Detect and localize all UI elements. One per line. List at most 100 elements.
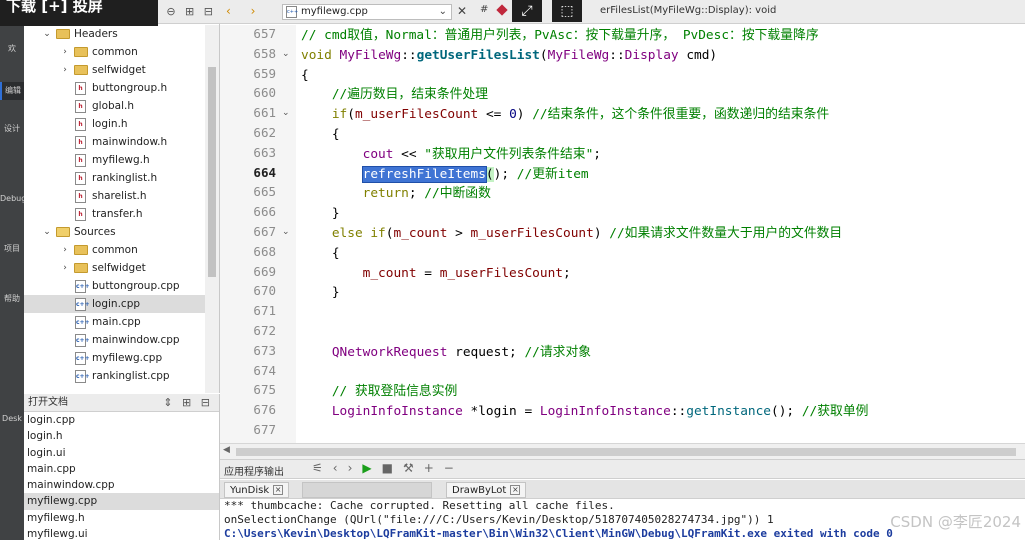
- function-selector[interactable]: erFilesList(MyFileWg::Display): void: [520, 4, 1025, 20]
- tree-item[interactable]: c++ myfilewg.cpp: [24, 349, 206, 367]
- open-document-item[interactable]: myfilewg.cpp: [24, 493, 219, 510]
- mode-button[interactable]: Desk: [0, 410, 24, 428]
- mode-button[interactable]: Debug: [0, 190, 26, 208]
- chevron-right-icon[interactable]: ›: [60, 61, 70, 79]
- remove-icon[interactable]: −: [444, 461, 464, 475]
- tree-item[interactable]: c++ rankinglist.cpp: [24, 367, 206, 385]
- tree-item[interactable]: h rankinglist.h: [24, 169, 206, 187]
- chevron-down-icon[interactable]: ⌄: [42, 223, 52, 241]
- hash-icon[interactable]: #: [480, 4, 488, 15]
- code-line[interactable]: }: [301, 204, 340, 223]
- mode-button[interactable]: 项目: [0, 240, 24, 258]
- close-tab-icon[interactable]: ×: [273, 485, 284, 495]
- mode-button[interactable]: 编辑: [0, 82, 24, 100]
- tree-item[interactable]: › selfwidget: [24, 259, 206, 277]
- mode-button[interactable]: 设计: [0, 120, 24, 138]
- code-line[interactable]: //遍历数目，结束条件处理: [301, 85, 488, 104]
- scrollbar-thumb[interactable]: [208, 67, 216, 277]
- close-tab-icon[interactable]: ×: [510, 485, 521, 495]
- tree-item[interactable]: h transfer.h: [24, 205, 206, 223]
- code-line[interactable]: m_count = m_userFilesCount;: [301, 264, 571, 283]
- code-line[interactable]: QNetworkRequest request; //请求对象: [301, 343, 591, 362]
- code-line[interactable]: {: [301, 125, 340, 144]
- tree-item[interactable]: c++ login.cpp: [24, 295, 206, 313]
- recorder-cursor-icon[interactable]: ⬚: [552, 0, 582, 22]
- chevron-right-icon[interactable]: ›: [60, 241, 70, 259]
- scroll-left-icon[interactable]: ◀: [223, 445, 230, 455]
- open-documents-list: login.cpp login.h login.ui main.cpp mainwind…: [24, 412, 219, 540]
- fold-marker-icon[interactable]: ⌄: [282, 108, 290, 118]
- code-line[interactable]: LoginInfoInstance *login = LoginInfoInst…: [301, 402, 869, 421]
- stop-icon[interactable]: ■: [382, 461, 403, 475]
- run-icon[interactable]: ▶: [362, 461, 381, 475]
- close-document-icon[interactable]: ✕: [457, 4, 467, 18]
- code-line[interactable]: void MyFileWg::getUserFilesList(MyFileWg…: [301, 46, 717, 65]
- recorder-overlay[interactable]: 下载 [+] 投屏: [0, 0, 158, 26]
- tree-item-label: selfwidget: [92, 262, 146, 274]
- output-tab[interactable]: DrawByLot ×: [446, 482, 527, 498]
- output-tools: ⚟‹›▶■⚒+−: [312, 461, 464, 475]
- tree-item[interactable]: c++ mainwindow.cpp: [24, 331, 206, 349]
- editor-horizontal-scrollbar[interactable]: ◀: [220, 443, 1025, 459]
- tree-item[interactable]: › common: [24, 43, 206, 61]
- tree-item[interactable]: › selfwidget: [24, 61, 206, 79]
- tree-item[interactable]: c++ buttongroup.cpp: [24, 277, 206, 295]
- code-line[interactable]: // 获取登陆信息实例: [301, 382, 458, 401]
- header-file-icon: h: [75, 136, 86, 149]
- bookmark-icon[interactable]: [496, 4, 508, 16]
- tree-item[interactable]: h login.h: [24, 115, 206, 133]
- code-line[interactable]: if(m_userFilesCount <= 0) //结束条件，这个条件很重要…: [301, 105, 829, 124]
- nav-back-forward-icons[interactable]: ‹ ›: [226, 4, 263, 18]
- open-document-item[interactable]: mainwindow.cpp: [24, 477, 219, 493]
- open-documents-header-icons[interactable]: ⇕ ⊞ ⊟: [163, 394, 213, 412]
- tree-item[interactable]: h sharelist.h: [24, 187, 206, 205]
- code-line[interactable]: refreshFileItems(); //更新item: [301, 165, 589, 184]
- output-tab-label: YunDisk: [230, 485, 270, 496]
- project-tree-scrollbar[interactable]: [205, 25, 219, 393]
- output-tab[interactable]: [302, 482, 432, 498]
- tree-item[interactable]: › common: [24, 241, 206, 259]
- code-line[interactable]: else if(m_count > m_userFilesCount) //如果…: [301, 224, 842, 243]
- tree-item[interactable]: h myfilewg.h: [24, 151, 206, 169]
- open-document-item[interactable]: myfilewg.h: [24, 510, 219, 526]
- chevron-down-icon[interactable]: ⌄: [42, 25, 52, 43]
- code-editor[interactable]: // cmd取值，Normal：普通用户列表，PvAsc：按下载量升序， PvD…: [296, 25, 1025, 443]
- code-line[interactable]: return; //中断函数: [301, 184, 491, 203]
- tree-item[interactable]: h global.h: [24, 97, 206, 115]
- add-icon[interactable]: +: [424, 461, 444, 475]
- open-document-item[interactable]: login.h: [24, 428, 219, 444]
- tool-icon[interactable]: ⚒: [403, 461, 424, 475]
- project-tree-header-icons[interactable]: ⊖ ⊞ ⊟: [166, 5, 216, 18]
- code-line[interactable]: {: [301, 244, 340, 263]
- open-document-item[interactable]: main.cpp: [24, 461, 219, 477]
- code-line[interactable]: }: [301, 283, 340, 302]
- header-file-icon: h: [75, 82, 86, 95]
- tree-item[interactable]: h buttongroup.h: [24, 79, 206, 97]
- prev-icon[interactable]: ‹: [333, 461, 348, 475]
- output-tab[interactable]: YunDisk ×: [224, 482, 290, 498]
- fold-marker-icon[interactable]: ⌄: [282, 49, 290, 59]
- recorder-expand-icon[interactable]: ⤢: [512, 0, 542, 22]
- tree-item[interactable]: h mainwindow.h: [24, 133, 206, 151]
- next-icon[interactable]: ›: [348, 461, 363, 475]
- fold-marker-icon[interactable]: ⌄: [282, 227, 290, 237]
- line-number: 669: [253, 263, 276, 279]
- mode-button[interactable]: 帮助: [0, 290, 24, 308]
- scrollbar-thumb[interactable]: [236, 448, 1016, 456]
- file-selector-label: myfilewg.cpp: [301, 6, 368, 17]
- mode-button[interactable]: 欢: [0, 40, 24, 58]
- tree-item[interactable]: c++ main.cpp: [24, 313, 206, 331]
- open-document-item[interactable]: myfilewg.ui: [24, 526, 219, 540]
- code-line[interactable]: // cmd取值，Normal：普通用户列表，PvAsc：按下载量升序， PvD…: [301, 26, 819, 45]
- chevron-right-icon[interactable]: ›: [60, 43, 70, 61]
- code-line[interactable]: {: [301, 66, 309, 85]
- file-selector[interactable]: c++ myfilewg.cpp ⌄: [282, 4, 452, 20]
- open-document-item[interactable]: login.cpp: [24, 412, 219, 428]
- cpp-file-icon: c++: [75, 280, 90, 293]
- tree-item[interactable]: ⌄ Sources: [24, 223, 206, 241]
- tree-item[interactable]: ⌄ Headers: [24, 25, 206, 43]
- filter-icon[interactable]: ⚟: [312, 461, 333, 475]
- chevron-right-icon[interactable]: ›: [60, 259, 70, 277]
- code-line[interactable]: cout << "获取用户文件列表条件结束";: [301, 145, 601, 164]
- open-document-item[interactable]: login.ui: [24, 445, 219, 461]
